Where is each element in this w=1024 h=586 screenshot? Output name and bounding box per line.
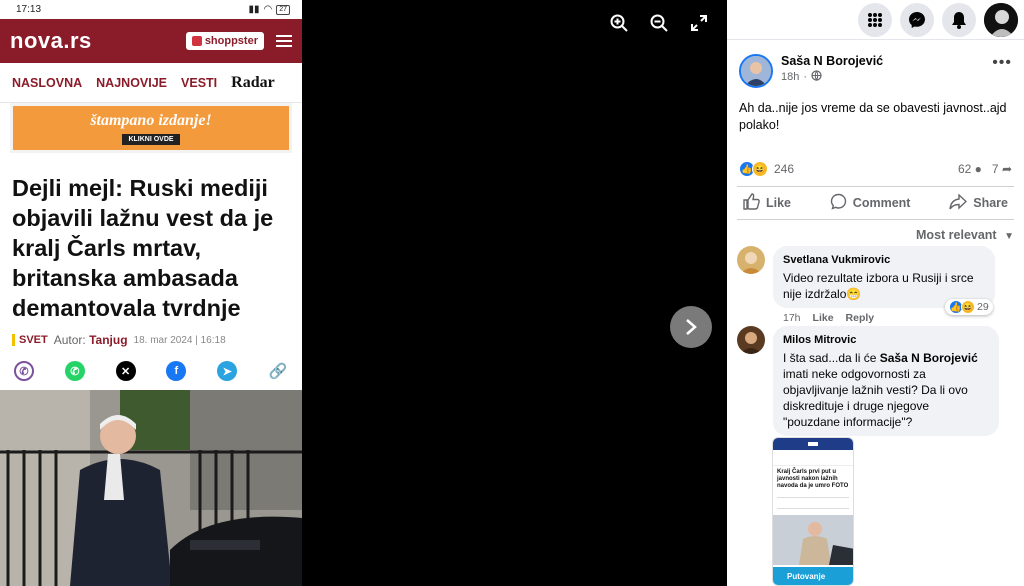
share-icon <box>949 192 968 213</box>
next-photo-button[interactable] <box>670 306 712 348</box>
comment-like-button[interactable]: Like <box>813 312 834 324</box>
comment-image-attachment[interactable]: Kralj Čarls prvi put u javnosti nakon la… <box>772 437 854 586</box>
author-avatar[interactable] <box>739 54 773 88</box>
fullscreen-icon[interactable] <box>688 12 710 34</box>
site-logo[interactable]: nova.rs <box>10 28 92 54</box>
comment-bubble-icon: ● <box>974 162 982 176</box>
zoom-out-icon[interactable] <box>648 12 670 34</box>
comment-count-button[interactable]: 62 ● <box>958 162 982 176</box>
shoppster-button[interactable]: shoppster <box>185 32 264 50</box>
thumbnail-footer: Putovanje <box>773 567 853 585</box>
comment-label: Comment <box>852 196 911 210</box>
haha-reaction-icon: 😆 <box>961 300 975 314</box>
commenter-name[interactable]: Milos Mitrovic <box>783 332 989 348</box>
share-button[interactable]: Share <box>949 192 1008 213</box>
wifi-icon: ◠ <box>263 4 273 15</box>
shoppster-label: shoppster <box>204 35 258 47</box>
comment-reactions[interactable]: 👍 😆 29 <box>945 299 993 315</box>
post-author[interactable]: Saša N Borojević <box>781 54 883 68</box>
comment-sort-dropdown[interactable]: Most relevant ▼ <box>727 220 1024 242</box>
comment-item: Milos Mitrovic I šta sad...da li će Saša… <box>727 326 1009 436</box>
profile-avatar[interactable] <box>984 2 1018 37</box>
comment-time[interactable]: 17h <box>783 312 801 324</box>
shoppster-icon <box>191 36 202 46</box>
thumbs-up-icon <box>743 193 760 213</box>
nav-item-naslovna[interactable]: NASLOVNA <box>12 76 82 90</box>
nav-item-vesti[interactable]: VESTI <box>181 76 217 90</box>
author-label: Autor: <box>53 333 86 347</box>
comment-count: 62 <box>957 162 972 176</box>
site-nav: NASLOVNA NAJNOVIJE VESTI Radar <box>0 63 302 103</box>
share-count-button[interactable]: 7 ➦ <box>992 162 1012 176</box>
thumbnail-photo <box>773 515 853 565</box>
chevron-right-icon <box>686 319 697 335</box>
thumbnail-headline: Kralj Čarls prvi put u javnosti nakon la… <box>777 469 849 489</box>
comment-text: I šta sad...da li će Saša N Borojević im… <box>783 351 978 429</box>
viber-icon[interactable]: ✆ <box>14 361 34 381</box>
article-meta: SVET Autor: Tanjug 18. mar 2024 | 16:18 <box>0 323 302 347</box>
commenter-avatar[interactable] <box>737 246 765 274</box>
caret-down-icon: ▼ <box>1004 231 1014 242</box>
post-action-bar: Like Comment Share <box>737 186 1014 220</box>
site-header: nova.rs shoppster <box>0 19 302 63</box>
comment-reaction-count: 29 <box>977 301 989 313</box>
zoom-in-icon[interactable] <box>608 12 630 34</box>
comment-text: Video rezultate izbora u Rusiji i srce n… <box>783 271 974 301</box>
like-label: Like <box>766 196 792 210</box>
comment-icon <box>830 193 847 213</box>
nav-item-najnovije[interactable]: NAJNOVIJE <box>96 76 167 90</box>
reaction-count: 246 <box>774 162 795 176</box>
status-time: 17:13 <box>16 4 42 15</box>
battery-icon: 27 <box>276 4 290 15</box>
ad-text: štampano izdanje! <box>90 111 212 129</box>
whatsapp-icon[interactable]: ✆ <box>64 361 85 381</box>
commenter-name[interactable]: Svetlana Vukmirovic <box>783 252 985 268</box>
nav-item-radar[interactable]: Radar <box>231 74 275 92</box>
screen: 17:13 ▮▮ ◠ 27 nova.rs shoppster NASLOVNA… <box>0 0 1024 586</box>
commenter-avatar[interactable] <box>737 326 765 354</box>
haha-reaction-icon: 😆 <box>752 161 768 177</box>
reactions-summary: 👍 😆 246 62 ● 7 ➦ <box>727 160 1024 178</box>
status-bar: 17:13 ▮▮ ◠ 27 <box>0 0 302 19</box>
more-options-icon[interactable]: ••• <box>992 54 1012 72</box>
photo-viewer <box>302 0 727 586</box>
ad-button[interactable]: KLIKNI OVDE <box>122 133 180 145</box>
link-icon[interactable]: 🔗 <box>267 361 288 381</box>
comment-sort-label: Most relevant <box>916 228 997 242</box>
menu-grid-icon[interactable] <box>858 2 892 37</box>
post-time[interactable]: 18h <box>781 71 799 83</box>
post-header: Saša N Borojević 18h · ••• <box>727 40 1024 88</box>
article-headline: Dejli mejl: Ruski mediji objavili lažnu … <box>12 175 274 321</box>
comment-reply-button[interactable]: Reply <box>846 312 875 324</box>
share-count: 7 <box>991 162 999 176</box>
article-author[interactable]: Tanjug <box>89 333 127 347</box>
notifications-bell-icon[interactable] <box>942 2 976 37</box>
facebook-icon[interactable]: f <box>166 361 187 381</box>
ad-banner[interactable]: štampano izdanje! KLIKNI OVDE <box>10 103 292 153</box>
comment-button[interactable]: Comment <box>830 193 911 213</box>
x-icon[interactable]: ✕ <box>115 361 136 381</box>
like-button[interactable]: Like <box>743 193 791 213</box>
article-category[interactable]: SVET <box>12 334 48 346</box>
menu-icon[interactable] <box>276 35 292 47</box>
telegram-icon[interactable]: ➤ <box>217 361 238 381</box>
reactions-count-button[interactable]: 👍 😆 246 <box>739 161 794 177</box>
article-date: 18. mar 2024 | 16:18 <box>133 334 226 346</box>
globe-icon <box>811 70 822 84</box>
share-bar: ✆ ✆ ✕ f ➤ 🔗 <box>0 347 302 381</box>
post-text: Ah da..nije jos vreme da se obavesti jav… <box>739 101 1007 132</box>
site-logo-icon <box>808 442 818 446</box>
share-arrow-icon: ➦ <box>1001 162 1012 176</box>
phone-screenshot: 17:13 ▮▮ ◠ 27 nova.rs shoppster NASLOVNA… <box>0 0 302 586</box>
signal-icon: ▮▮ <box>248 4 260 15</box>
fb-topbar <box>727 0 1024 40</box>
mentioned-user[interactable]: Saša N Borojević <box>880 351 978 365</box>
share-label: Share <box>973 196 1008 210</box>
article-photo <box>0 390 302 586</box>
messenger-icon[interactable] <box>900 2 934 37</box>
